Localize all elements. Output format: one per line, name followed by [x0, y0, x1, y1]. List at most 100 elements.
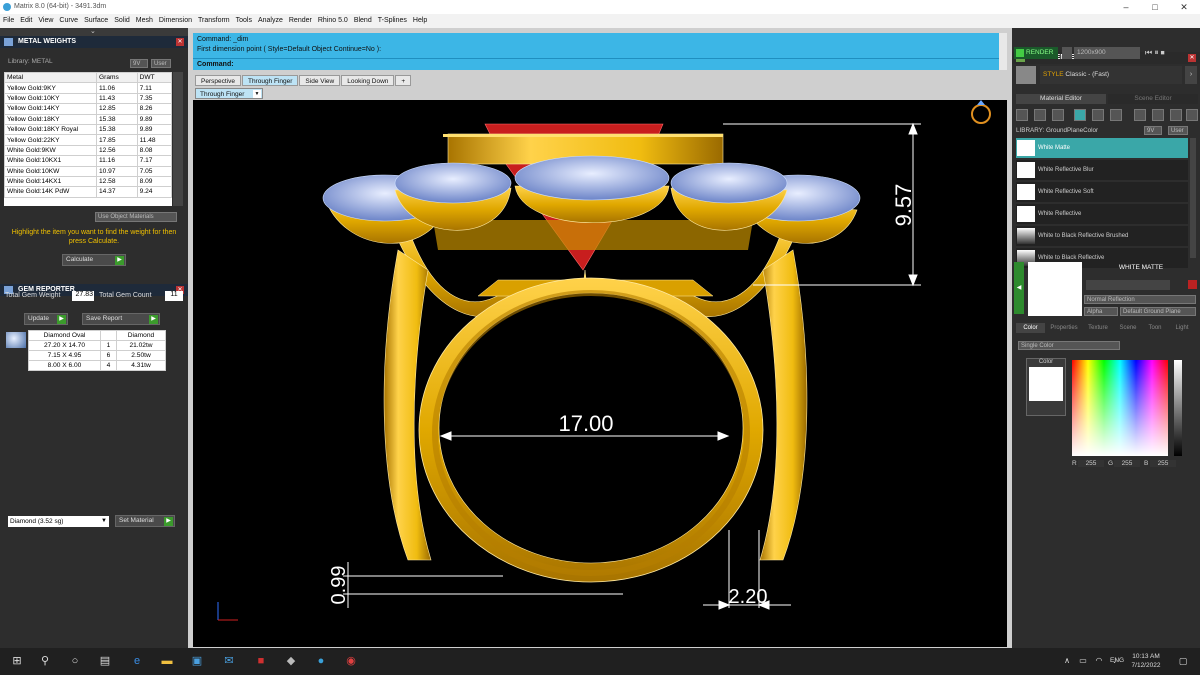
- ground-icon[interactable]: [1074, 109, 1086, 121]
- grid-icon[interactable]: [1110, 109, 1122, 121]
- calculate-button[interactable]: Calculate ▶: [62, 254, 126, 266]
- command-scrollbar[interactable]: [999, 33, 1007, 58]
- tab-texture[interactable]: Texture: [1083, 323, 1113, 333]
- drop-icon[interactable]: [1016, 109, 1028, 121]
- table-row[interactable]: Yellow Gold:9KY 11.06 7.11: [4, 82, 172, 94]
- vray-library-9v[interactable]: 9V: [1144, 126, 1162, 135]
- clock-time[interactable]: 10:13 AM: [1130, 653, 1162, 660]
- search-icon[interactable]: ⚲: [38, 654, 52, 668]
- menu-help[interactable]: Help: [410, 14, 430, 28]
- set-material-button[interactable]: Set Material ▶: [115, 515, 175, 527]
- material-item[interactable]: White to Black Reflective Brushed: [1016, 226, 1188, 246]
- metal-table-scrollbar[interactable]: [173, 72, 183, 206]
- mail-icon[interactable]: ✉: [222, 654, 236, 668]
- light-icon[interactable]: [1186, 109, 1198, 121]
- viewport-title[interactable]: Through Finger ▼: [195, 88, 263, 99]
- resolution-field[interactable]: 1200x900: [1074, 47, 1140, 59]
- resolution-icon[interactable]: [1062, 47, 1072, 59]
- menu-transform[interactable]: Transform: [195, 14, 233, 28]
- tab-properties[interactable]: Properties: [1047, 323, 1081, 333]
- import-icon[interactable]: [1170, 109, 1182, 121]
- ground-plane-select[interactable]: Default Ground Plane: [1120, 307, 1196, 316]
- notification-icon[interactable]: ▢: [1176, 654, 1190, 668]
- delete-icon[interactable]: [1188, 280, 1197, 289]
- table-row[interactable]: Yellow Gold:18KY 15.38 9.89: [4, 113, 172, 125]
- edge-icon[interactable]: e: [130, 654, 144, 668]
- arrow-icon[interactable]: [1134, 109, 1146, 121]
- table-row[interactable]: 27.20 X 14.70 1 21.02tw: [28, 340, 166, 351]
- table-row[interactable]: White Gold:10KW 10.97 7.05: [4, 165, 172, 177]
- menu-file[interactable]: File: [0, 14, 17, 28]
- command-input[interactable]: Command:: [193, 58, 999, 70]
- table-row[interactable]: Yellow Gold:18KY Royal 15.38 9.89: [4, 123, 172, 136]
- alpha-field[interactable]: Alpha: [1084, 307, 1118, 316]
- tray-chevron-icon[interactable]: ∧: [1060, 654, 1074, 668]
- table-row[interactable]: White Gold:14K PdW 14.37 9.24: [4, 186, 172, 198]
- stop-icon[interactable]: ⏹: [1161, 48, 1165, 57]
- material-item[interactable]: White Reflective Soft: [1016, 182, 1188, 202]
- style-select[interactable]: STYLE Classic - (Fast): [1040, 66, 1182, 84]
- library-user-button[interactable]: User: [151, 59, 171, 68]
- material-select[interactable]: Diamond (3.52 sg) ▼: [8, 516, 109, 527]
- pause-icon[interactable]: ⏸: [1154, 48, 1158, 57]
- table-row[interactable]: Yellow Gold:22KY 17.85 11.48: [4, 134, 172, 146]
- menu-surface[interactable]: Surface: [81, 14, 111, 28]
- render-button[interactable]: RENDER: [1014, 47, 1058, 59]
- close-icon[interactable]: ✕: [176, 38, 184, 46]
- table-row[interactable]: White Gold:14KX1 12.58 8.09: [4, 175, 172, 188]
- app-icon-red[interactable]: ■: [254, 654, 268, 668]
- material-item[interactable]: White Reflective: [1016, 204, 1188, 224]
- command-input-scroll[interactable]: [999, 58, 1007, 70]
- g-field[interactable]: 255: [1114, 460, 1140, 467]
- color-mode-select[interactable]: Single Color: [1018, 341, 1120, 350]
- tab-toon[interactable]: Toon: [1143, 323, 1167, 333]
- use-object-materials[interactable]: Use Object Materials: [95, 212, 177, 222]
- task-view-icon[interactable]: ▤: [98, 654, 112, 668]
- menu-tsplines[interactable]: T-Splines: [375, 14, 410, 28]
- tab-light[interactable]: Light: [1169, 323, 1195, 333]
- table-row[interactable]: White Gold:9KW 12.56 8.08: [4, 144, 172, 157]
- sphere-icon[interactable]: [1034, 109, 1046, 121]
- close-button[interactable]: ✕: [1170, 0, 1198, 14]
- table-row[interactable]: Yellow Gold:14KY 12.85 8.26: [4, 103, 172, 115]
- panel-grip[interactable]: ⌄: [0, 28, 188, 36]
- cortana-icon[interactable]: ○: [68, 654, 82, 668]
- color-picker[interactable]: [1072, 360, 1168, 456]
- save-report-button[interactable]: Save Report ▶: [82, 313, 160, 325]
- network-icon[interactable]: ▭: [1076, 654, 1090, 668]
- wifi-icon[interactable]: ◠: [1092, 654, 1106, 668]
- add-tab-button[interactable]: +: [395, 75, 412, 86]
- tab-side-view[interactable]: Side View: [299, 75, 341, 86]
- viewport-through-finger[interactable]: 9.57 17.00 0.99 2.20: [193, 100, 1007, 647]
- minimize-button[interactable]: –: [1112, 0, 1140, 14]
- style-nav-icon[interactable]: ›: [1185, 66, 1197, 84]
- table-row[interactable]: 7.15 X 4.95 6 2.50tw: [28, 350, 166, 361]
- menu-blend[interactable]: Blend: [351, 14, 375, 28]
- brightness-slider[interactable]: [1174, 360, 1182, 456]
- collapse-arrow-icon[interactable]: ◀: [1014, 262, 1024, 314]
- store-icon[interactable]: ▣: [190, 654, 204, 668]
- clock-date[interactable]: 7/12/2022: [1130, 662, 1162, 669]
- table-row[interactable]: Yellow Gold:10KY 11.43 7.35: [4, 92, 172, 105]
- tab-perspective[interactable]: Perspective: [195, 75, 241, 86]
- menu-solid[interactable]: Solid: [111, 14, 133, 28]
- material-list-scrollbar[interactable]: [1190, 138, 1196, 258]
- tab-scene[interactable]: Scene: [1115, 323, 1141, 333]
- chrome-icon[interactable]: ◉: [344, 654, 358, 668]
- file-explorer-icon[interactable]: ▬: [160, 654, 174, 668]
- tab-through-finger[interactable]: Through Finger: [241, 75, 299, 86]
- menu-mesh[interactable]: Mesh: [133, 14, 156, 28]
- menu-render[interactable]: Render: [286, 14, 315, 28]
- material-icon[interactable]: [1052, 109, 1064, 121]
- table-row[interactable]: White Gold:10KX1 11.16 7.17: [4, 155, 172, 167]
- r-field[interactable]: 255: [1078, 460, 1104, 467]
- pattern-icon[interactable]: [1092, 109, 1104, 121]
- color-swatch[interactable]: [1029, 367, 1063, 401]
- b-field[interactable]: 255: [1150, 460, 1176, 467]
- dropdown-arrow-icon[interactable]: ▼: [253, 90, 261, 98]
- tab-color[interactable]: Color: [1016, 323, 1045, 333]
- rhino-icon[interactable]: ◆: [284, 654, 298, 668]
- menu-analyze[interactable]: Analyze: [255, 14, 286, 28]
- maximize-button[interactable]: □: [1141, 0, 1169, 14]
- tab-material-editor[interactable]: Material Editor: [1016, 94, 1106, 104]
